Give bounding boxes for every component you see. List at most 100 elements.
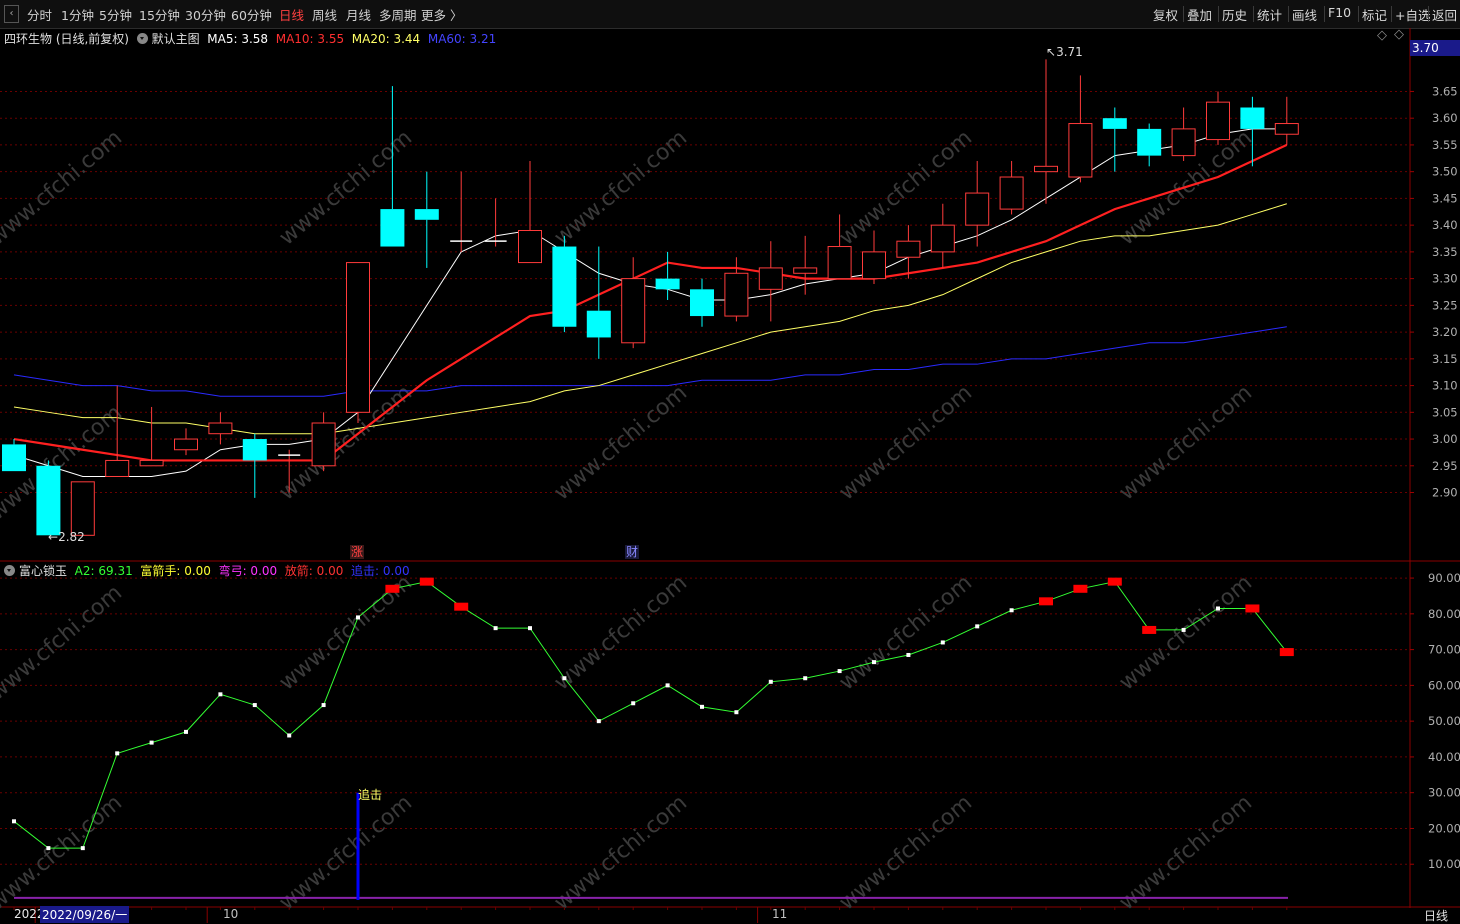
- main-chart-header: 四环生物 (日线,前复权) 默认主图 MA5: 3.58 MA10: 3.55 …: [4, 30, 496, 47]
- candle-body: [311, 422, 336, 467]
- toolbar-separator: [1288, 6, 1289, 22]
- toolbar-button-5[interactable]: F10: [1328, 5, 1351, 20]
- price-tick-label: 3.05: [1432, 405, 1458, 419]
- watermark-text: www.cfchi.com: [0, 790, 127, 915]
- fangjian-signal: [454, 602, 469, 611]
- watermark-text: www.cfchi.com: [550, 570, 692, 695]
- indicator-tick-label: 50.00: [1428, 714, 1460, 728]
- time-label-oct: 10: [223, 907, 239, 921]
- candle-body: [896, 240, 921, 258]
- toolbar-separator: [1253, 6, 1254, 22]
- watermark-text: www.cfchi.com: [275, 790, 417, 915]
- toolbar-button-3[interactable]: 统计: [1257, 5, 1282, 24]
- event-mark-zhang[interactable]: 涨: [350, 545, 364, 559]
- candle-body: [380, 209, 405, 247]
- period-tab-8[interactable]: 月线: [346, 5, 371, 24]
- event-mark-cai[interactable]: 财: [625, 545, 639, 559]
- fangjian-signal: [1039, 597, 1053, 606]
- price-tick-label: 3.10: [1432, 379, 1458, 393]
- toolbar-separator: [1324, 6, 1325, 22]
- toolbar-button-8[interactable]: 返回: [1432, 5, 1457, 24]
- price-tick-label: 2.95: [1432, 459, 1458, 473]
- watermark-text: www.cfchi.com: [550, 125, 692, 250]
- period-tab-10[interactable]: 更多 〉: [421, 5, 462, 24]
- a2-point: [356, 615, 360, 620]
- chase-bar: [356, 792, 360, 900]
- fangjian-label: 放箭: 0.00: [284, 564, 344, 578]
- period-label[interactable]: 日线: [1424, 907, 1448, 924]
- candle-body: [414, 209, 439, 220]
- period-tab-4[interactable]: 30分钟: [185, 5, 226, 24]
- period-tab-1[interactable]: 1分钟: [61, 5, 94, 24]
- a2-point: [700, 704, 704, 709]
- time-label-cursor-date: 2022/09/26/一: [40, 906, 130, 923]
- template-label[interactable]: 默认主图: [152, 32, 200, 46]
- watermark-text: www.cfchi.com: [1115, 790, 1257, 915]
- a2-point: [321, 703, 326, 708]
- toolbar-separator: [1391, 6, 1392, 22]
- fangjian-signal: [1142, 625, 1157, 634]
- watermark-text: www.cfchi.com: [550, 380, 692, 505]
- stock-label: 四环生物 (日线,前复权): [4, 32, 129, 46]
- toolbar-button-7[interactable]: +自选: [1395, 5, 1430, 24]
- ma10-label: MA10: 3.55: [275, 32, 345, 46]
- price-tick-label: 3.35: [1432, 245, 1458, 259]
- a2-point: [46, 846, 51, 851]
- candle-body: [1274, 123, 1299, 135]
- ma20-label: MA20: 3.44: [351, 32, 421, 46]
- candle-body: [1102, 118, 1127, 129]
- fangjian-signal: [385, 584, 400, 593]
- diamond-icon[interactable]: ◇: [1377, 28, 1387, 43]
- candle-body: [862, 251, 886, 280]
- a2-point: [872, 660, 876, 665]
- candle-body: [655, 278, 680, 290]
- template-toggle-icon[interactable]: [136, 33, 148, 44]
- period-tab-0[interactable]: 分时: [27, 5, 52, 24]
- toolbar-button-0[interactable]: 复权: [1153, 5, 1178, 24]
- period-tab-7[interactable]: 周线: [312, 5, 337, 24]
- wangong-label: 弯弓: 0.00: [218, 564, 278, 578]
- collapse-icon[interactable]: ‹: [4, 5, 19, 23]
- watermark-text: www.cfchi.com: [0, 125, 127, 250]
- price-tick-label: 3.60: [1432, 111, 1458, 125]
- period-tab-9[interactable]: 多周期: [379, 5, 417, 24]
- toolbar-button-6[interactable]: 标记: [1362, 5, 1387, 24]
- candle-body: [965, 192, 990, 226]
- period-tab-3[interactable]: 15分钟: [139, 5, 180, 24]
- candle-body: [518, 229, 542, 264]
- candle-body: [1068, 123, 1093, 178]
- kline-chart[interactable]: www.cfchi.com www.cfchi.com www.cfchi.com w…: [0, 28, 1460, 923]
- candle-body: [346, 262, 370, 413]
- price-tick-label: 3.40: [1432, 218, 1458, 232]
- price-tick-label: 3.45: [1432, 191, 1458, 205]
- indicator-tick-label: 80.00: [1428, 607, 1460, 621]
- a2-point: [596, 719, 601, 724]
- candle-body: [690, 289, 714, 317]
- a2-point: [803, 676, 808, 681]
- candle-body: [621, 278, 646, 344]
- indicator-name[interactable]: 富心锁玉: [19, 564, 67, 578]
- a2-point: [940, 640, 945, 645]
- candle-body: [827, 246, 852, 280]
- a2-point: [1216, 606, 1220, 611]
- low-marker-value: 2.82: [58, 530, 85, 544]
- period-tab-6[interactable]: 日线: [279, 5, 304, 24]
- price-tick-label: 3.50: [1432, 165, 1458, 179]
- a2-point: [562, 676, 567, 681]
- indicator-toggle-icon[interactable]: [4, 565, 15, 576]
- candle-body: [793, 267, 818, 274]
- candle-body: [1034, 165, 1058, 173]
- diamond-icon-2[interactable]: ◇: [1394, 27, 1404, 42]
- toolbar-button-1[interactable]: 叠加: [1187, 5, 1212, 24]
- candle-body: [70, 481, 95, 536]
- indicator-tick-label: 70.00: [1428, 643, 1460, 657]
- candle-body: [999, 176, 1024, 210]
- period-tab-5[interactable]: 60分钟: [231, 5, 272, 24]
- candle-body: [552, 246, 577, 327]
- toolbar-button-2[interactable]: 历史: [1222, 5, 1247, 24]
- toolbar-button-4[interactable]: 画线: [1292, 5, 1317, 24]
- low-marker: ←2.82: [48, 530, 85, 544]
- fangjian-signal: [1245, 604, 1260, 613]
- period-tab-2[interactable]: 5分钟: [99, 5, 132, 24]
- a2-point: [734, 710, 739, 715]
